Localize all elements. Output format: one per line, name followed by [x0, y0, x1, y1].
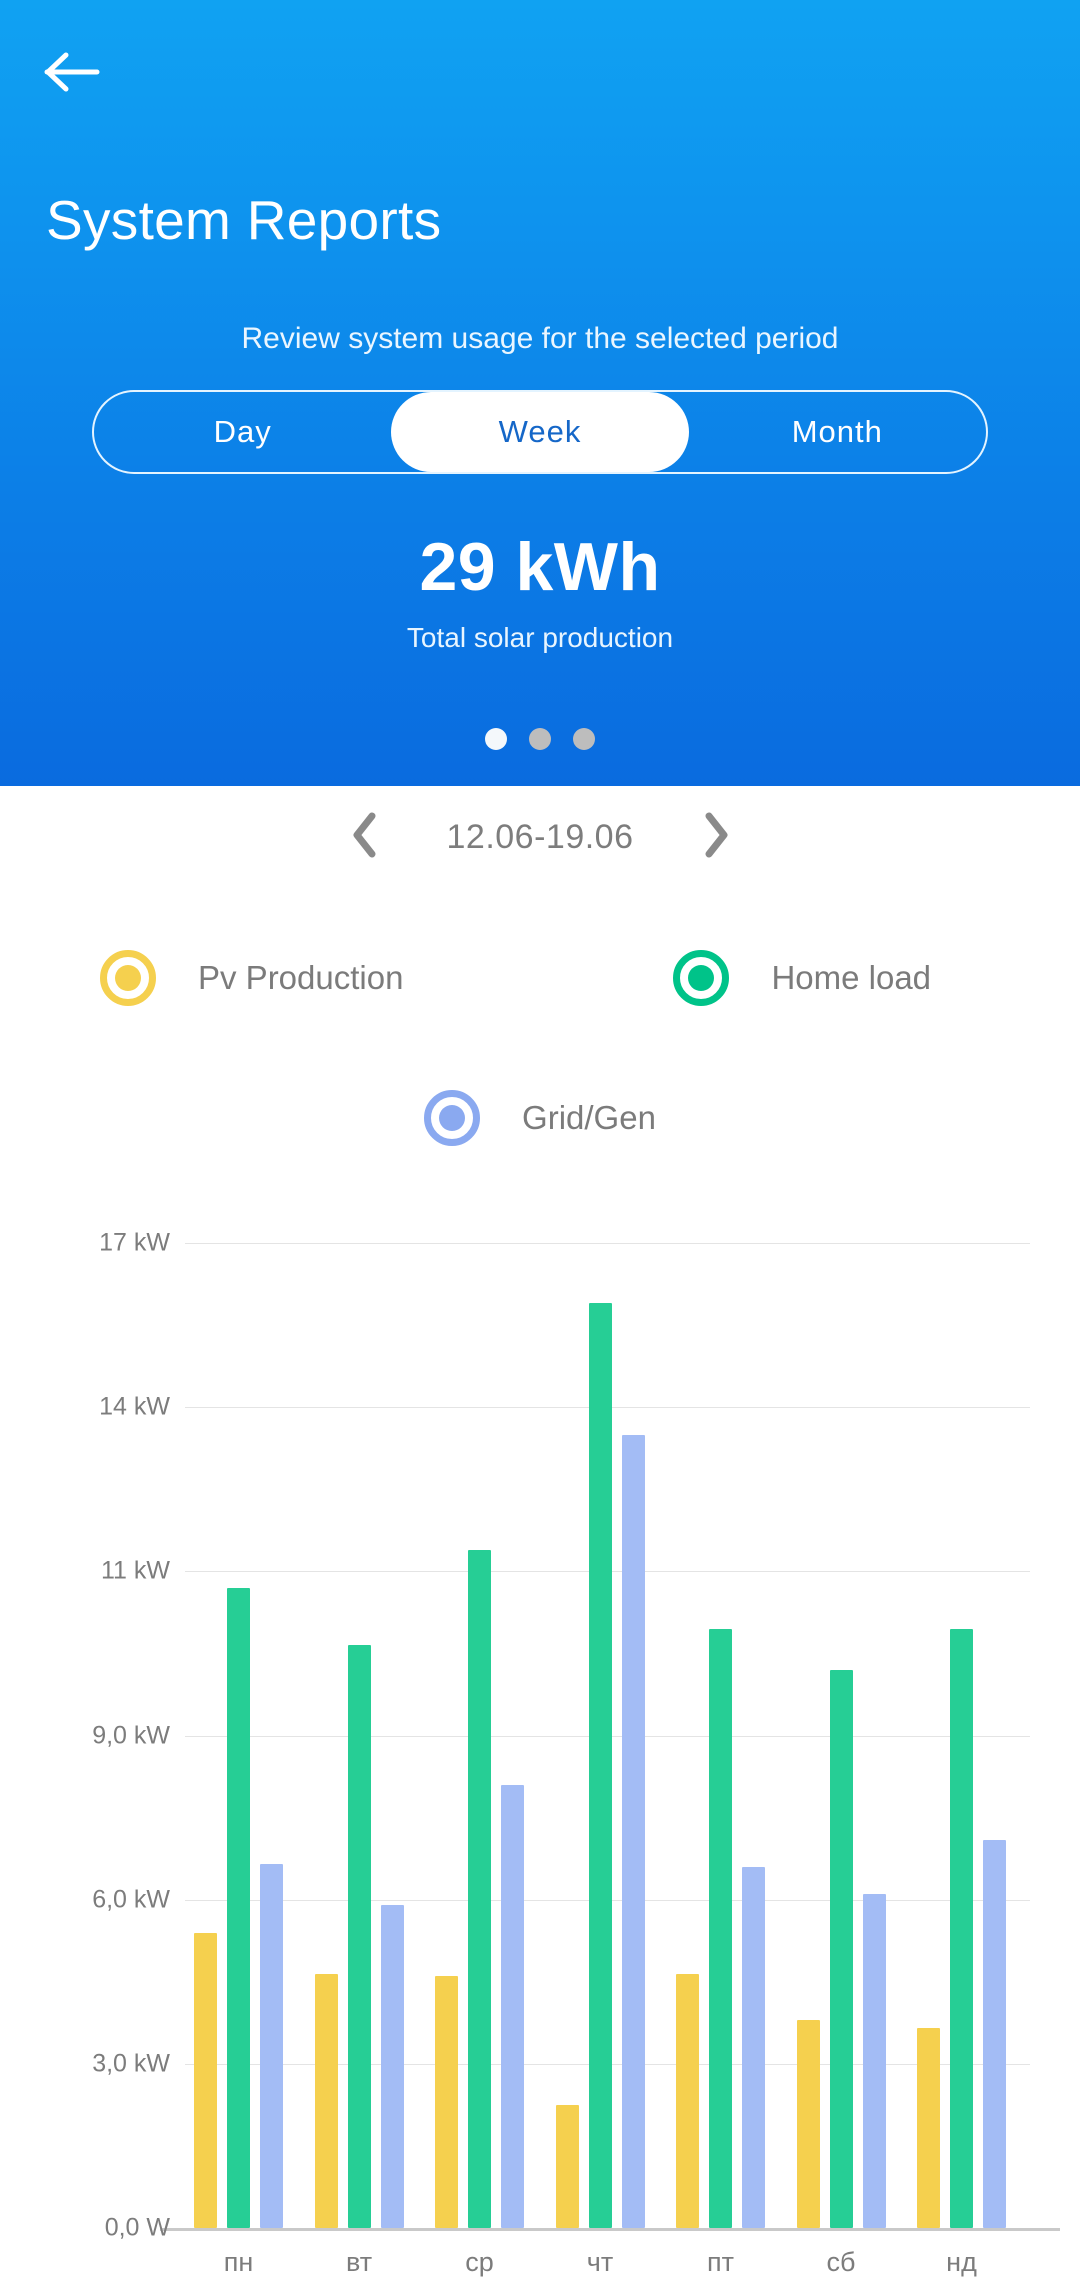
header-panel: System Reports Review system usage for t…: [0, 0, 1080, 786]
total-production-caption: Total solar production: [406, 622, 674, 653]
radio-selected-icon: [673, 950, 730, 1006]
x-axis-tick: нд: [946, 2247, 977, 2277]
previous-period-button[interactable]: [343, 812, 387, 862]
bar-group: [917, 1220, 1006, 2229]
radio-selected-icon: [100, 950, 156, 1006]
bar-group: [314, 1220, 404, 2229]
bar[interactable]: [621, 1434, 645, 2229]
bar[interactable]: [862, 1894, 886, 2229]
page-title: System Reports: [46, 189, 442, 251]
bar[interactable]: [260, 1864, 283, 2229]
pager-dot-1[interactable]: [485, 728, 507, 750]
date-range-label: 12.06-19.06: [446, 817, 634, 856]
bar[interactable]: [380, 1905, 404, 2229]
back-button[interactable]: [36, 36, 108, 108]
bar[interactable]: [709, 1628, 732, 2229]
bar[interactable]: [435, 1976, 458, 2229]
bar[interactable]: [676, 1973, 699, 2229]
legend-item-home-load[interactable]: Home load: [673, 950, 931, 1006]
legend-label-grid-gen: Grid/Gen: [522, 1099, 656, 1136]
next-period-button[interactable]: [694, 812, 738, 862]
bar[interactable]: [983, 1839, 1006, 2229]
legend-item-grid-gen[interactable]: Grid/Gen: [424, 1090, 656, 1146]
bar-group: [435, 1220, 524, 2229]
bar[interactable]: [742, 1866, 765, 2229]
pager-dot-2[interactable]: [529, 728, 551, 750]
bar[interactable]: [194, 1932, 217, 2229]
total-production-value: 29 kWh: [419, 529, 661, 605]
bar[interactable]: [796, 2020, 820, 2229]
period-option-day[interactable]: Day: [94, 392, 391, 472]
bar-group: [796, 1220, 886, 2229]
energy-bar-chart: 17 kW 14 kW 11 kW 9,0 kW 6,0 kW 3,0 kW 0,0 W п…: [0, 1200, 1080, 2284]
legend-label-home-load: Home load: [771, 959, 932, 996]
chart-plot-area: [0, 1200, 1080, 2284]
legend-item-pv-production[interactable]: Pv Production: [100, 950, 403, 1006]
page-subtitle: Review system usage for the selected per…: [241, 322, 839, 355]
arrow-left-icon: [44, 51, 100, 93]
period-option-month[interactable]: Month: [689, 392, 986, 472]
x-axis-tick: пт: [707, 2247, 734, 2277]
x-axis-tick: сб: [826, 2247, 856, 2277]
legend-label-pv-production: Pv Production: [198, 959, 404, 996]
x-axis-tick: пн: [223, 2247, 254, 2277]
period-selector[interactable]: Day Week Month: [92, 390, 988, 474]
bar[interactable]: [555, 2105, 579, 2229]
legend-row-primary: Pv Production Home load: [0, 950, 1080, 1006]
system-reports-screen: System Reports Review system usage for t…: [0, 0, 1080, 2284]
x-axis-tick: вт: [345, 2247, 373, 2277]
bar-group: [555, 1220, 645, 2229]
bar[interactable]: [829, 1669, 853, 2229]
bar[interactable]: [468, 1549, 491, 2229]
bar[interactable]: [347, 1645, 371, 2229]
date-range-navigator: 12.06-19.06: [0, 812, 1080, 862]
carousel-pager[interactable]: [0, 728, 1080, 750]
bar[interactable]: [588, 1303, 612, 2229]
radio-selected-icon: [424, 1090, 481, 1146]
bar[interactable]: [950, 1628, 973, 2229]
period-option-week[interactable]: Week: [391, 392, 689, 472]
chevron-right-icon: [702, 812, 730, 863]
bar[interactable]: [314, 1973, 338, 2229]
pager-dot-3[interactable]: [573, 728, 595, 750]
x-axis-tick: чт: [586, 2247, 614, 2277]
bar-group: [676, 1220, 765, 2229]
chevron-left-icon: [351, 812, 379, 863]
bar-group: [194, 1220, 283, 2229]
bar[interactable]: [227, 1587, 250, 2229]
bar[interactable]: [917, 2028, 940, 2229]
x-axis-tick: ср: [465, 2247, 494, 2277]
bar[interactable]: [501, 1784, 524, 2229]
legend-row-secondary: Grid/Gen: [0, 1090, 1080, 1146]
